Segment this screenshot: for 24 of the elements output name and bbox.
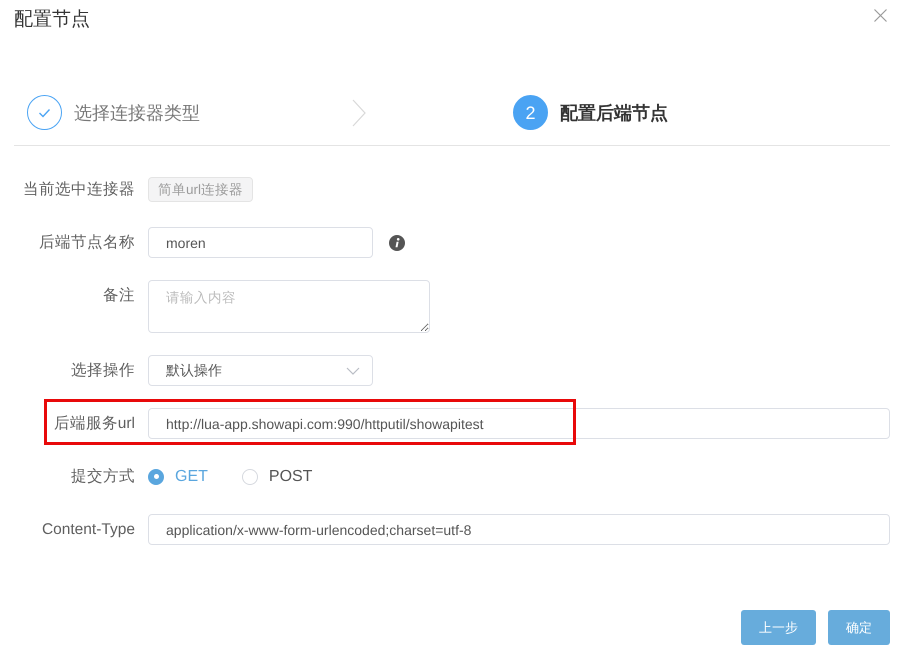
select-field[interactable]: 默认操作 bbox=[148, 355, 373, 386]
step-label: 选择连接器类型 bbox=[74, 102, 200, 124]
chevron-down-icon bbox=[346, 366, 360, 374]
radio-button[interactable] bbox=[242, 468, 258, 484]
close-icon[interactable] bbox=[874, 9, 887, 22]
connector-tag: 简单url连接器 bbox=[148, 177, 254, 202]
text-input[interactable]: moren bbox=[148, 227, 373, 258]
form-label: 选择操作 bbox=[71, 361, 135, 381]
text-input[interactable]: application/x-www-form-urlencoded;charset=utf-8 bbox=[148, 514, 890, 545]
dialog-title: 配置节点 bbox=[14, 9, 90, 31]
radio-button[interactable] bbox=[148, 468, 164, 484]
step-label: 配置后端节点 bbox=[560, 102, 668, 124]
form-label: 后端节点名称 bbox=[39, 233, 135, 253]
form-label: 当前选中连接器 bbox=[23, 180, 135, 200]
step-number: 2 bbox=[513, 95, 548, 130]
info-icon[interactable] bbox=[389, 234, 405, 250]
text-input[interactable]: http://lua-app.showapi.com:990/httputil/showapitest bbox=[148, 408, 890, 439]
radio-label[interactable]: POST bbox=[268, 466, 312, 486]
form-label: Content-Type bbox=[42, 520, 135, 540]
chevron-right-icon bbox=[352, 98, 366, 126]
remark-field[interactable]: 请输入内容 bbox=[148, 280, 430, 333]
form-label: 后端服务url bbox=[54, 414, 135, 434]
form-label: 备注 bbox=[103, 286, 135, 306]
form-label: 提交方式 bbox=[71, 467, 135, 487]
